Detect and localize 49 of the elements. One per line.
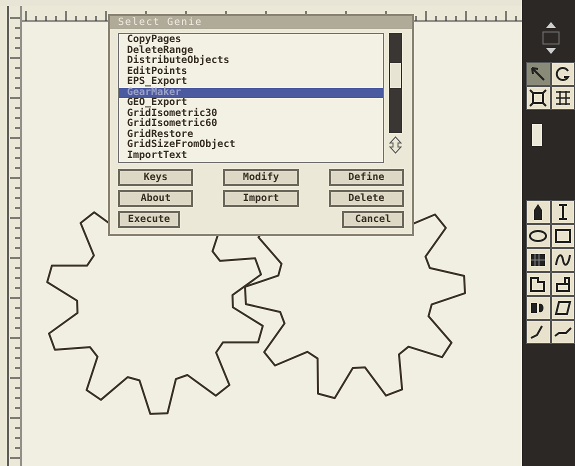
list-item[interactable]: GridIsometric60	[119, 119, 383, 130]
rectangle-icon	[554, 227, 572, 245]
dialog-button[interactable]: Define	[328, 169, 404, 186]
tool-button[interactable]	[550, 272, 575, 296]
resize-icon	[529, 89, 548, 107]
tool-button[interactable]	[550, 320, 575, 344]
parallelogram-icon	[554, 299, 572, 317]
list-item[interactable]: EditPoints	[119, 66, 383, 77]
color-swatch	[532, 124, 542, 146]
grid-icon	[554, 89, 572, 107]
tool-button[interactable]	[550, 224, 575, 248]
list-item[interactable]: DistributeObjects	[119, 56, 383, 66]
tool-button[interactable]	[526, 320, 550, 344]
polyline-icon	[554, 327, 572, 337]
dialog-button[interactable]: Execute	[118, 211, 180, 228]
tool-button[interactable]	[526, 248, 550, 272]
tool-button[interactable]	[526, 200, 550, 224]
dialog-button[interactable]: About	[118, 190, 194, 207]
dialog-button[interactable]: Cancel	[342, 211, 404, 228]
list-item[interactable]: GridSizeFromObject	[119, 140, 383, 150]
list-item[interactable]: GridRestore	[119, 130, 383, 140]
rotate-icon	[554, 65, 572, 83]
up-down-arrows-icon	[540, 20, 562, 56]
list-item[interactable]: CopyPages	[119, 35, 383, 46]
dialog-button[interactable]: Import	[223, 190, 299, 207]
tool-button[interactable]	[526, 296, 550, 320]
dialog-button[interactable]: Keys	[118, 169, 194, 186]
ellipse-icon	[529, 227, 548, 245]
tool-button[interactable]	[526, 224, 550, 248]
tool-button[interactable]	[550, 248, 575, 272]
list-item[interactable]: DeleteRange	[119, 46, 383, 56]
list-item[interactable]: ImportText	[119, 150, 383, 161]
tool-button[interactable]	[550, 296, 575, 320]
tool-button[interactable]	[550, 86, 575, 110]
tool-button[interactable]	[550, 62, 575, 86]
list-item[interactable]: GEO_Export	[119, 98, 383, 108]
frame-icon	[529, 275, 548, 293]
dialog-button[interactable]: Delete	[328, 190, 404, 207]
linked-box-icon	[554, 275, 572, 293]
grid-icon	[529, 251, 548, 269]
tool-button[interactable]	[550, 200, 575, 224]
tool-button[interactable]	[526, 272, 550, 296]
arrow-pointer-icon	[529, 65, 548, 83]
pen-icon	[534, 204, 542, 220]
dialog-button[interactable]: Modify	[223, 169, 299, 186]
list-item[interactable]: GridIsometric30	[119, 108, 383, 119]
list-item[interactable]: EPS_Export	[119, 77, 383, 88]
tool-button[interactable]	[526, 86, 550, 110]
window-title: Select Genie	[110, 16, 412, 29]
